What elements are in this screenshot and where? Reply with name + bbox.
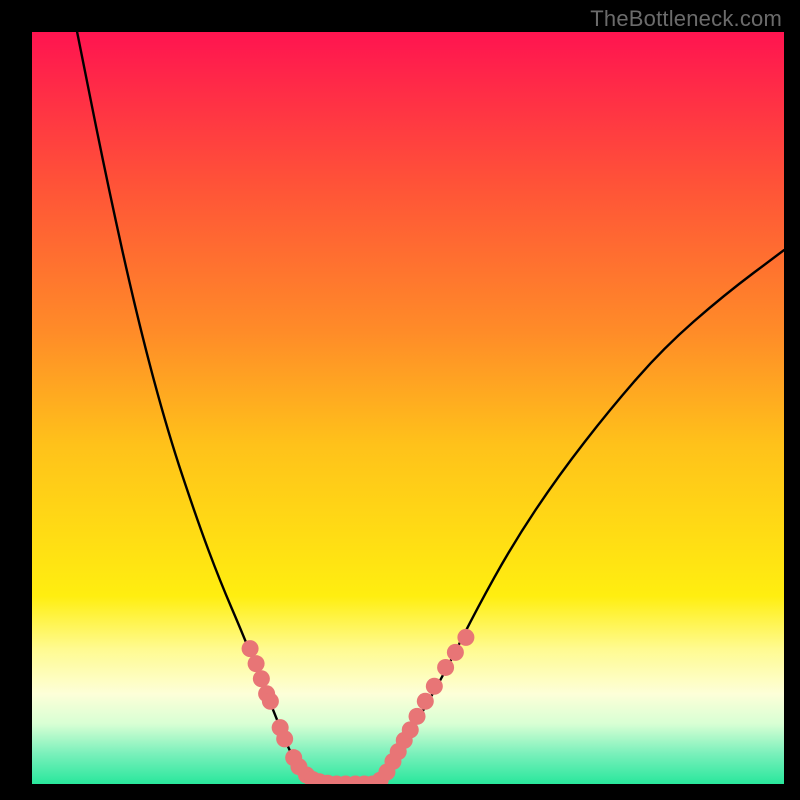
chart-background	[32, 32, 784, 784]
chart-svg	[32, 32, 784, 784]
bottleneck-chart	[32, 32, 784, 784]
attribution-text: TheBottleneck.com	[590, 6, 782, 32]
